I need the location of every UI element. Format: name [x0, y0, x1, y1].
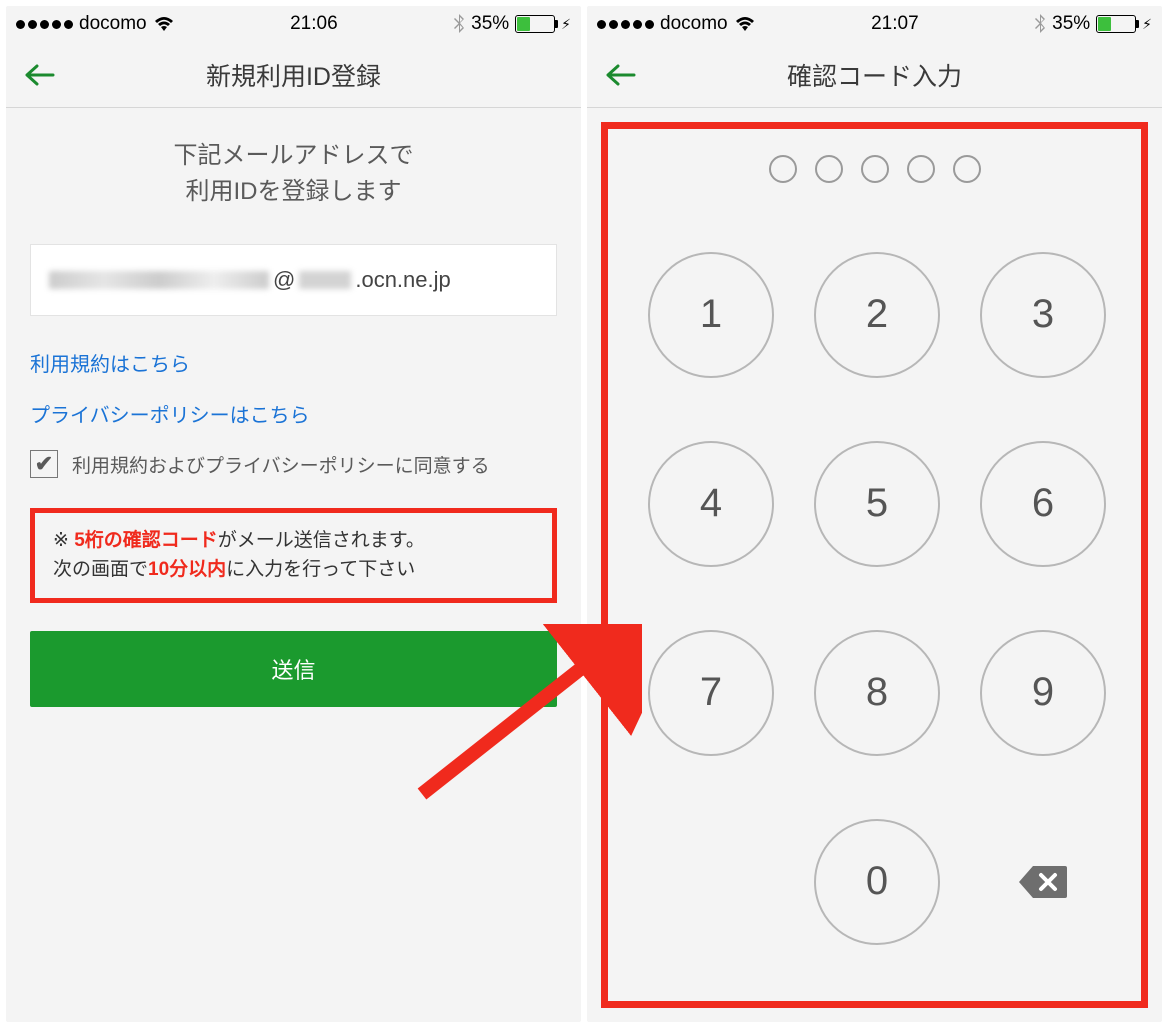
wifi-icon	[734, 15, 756, 33]
agree-label: 利用規約およびプライバシーポリシーに同意する	[72, 451, 490, 478]
phone-right: docomo 21:07 35% ⚡︎ 確認コード入力 1	[587, 6, 1162, 1022]
pin-indicator	[628, 155, 1121, 183]
charging-icon: ⚡︎	[1142, 16, 1152, 33]
numeric-keypad: 1 2 3 4 5 6 7 8 9 0	[628, 235, 1121, 981]
nav-bar: 新規利用ID登録	[6, 42, 581, 108]
email-host-redacted	[299, 271, 351, 289]
page-title: 確認コード入力	[587, 57, 1162, 93]
highlight-box: 1 2 3 4 5 6 7 8 9 0	[601, 122, 1148, 1008]
email-local-redacted	[49, 271, 269, 289]
key-3[interactable]: 3	[980, 235, 1106, 394]
wifi-icon	[153, 15, 175, 33]
clock: 21:06	[290, 13, 338, 35]
phone-left: docomo 21:06 35% ⚡︎ 新規利用ID登録 下記メールアドレスで …	[6, 6, 581, 1022]
key-2[interactable]: 2	[814, 235, 940, 394]
status-bar: docomo 21:06 35% ⚡︎	[6, 6, 581, 42]
key-1[interactable]: 1	[648, 235, 774, 394]
battery-percent: 35%	[1052, 13, 1090, 35]
key-0[interactable]: 0	[814, 802, 940, 961]
notice-box: ※ 5桁の確認コードがメール送信されます。 次の画面で10分以内に入力を行って下…	[30, 508, 557, 603]
heading: 下記メールアドレスで 利用IDを登録します	[30, 138, 557, 210]
signal-icon	[597, 20, 654, 29]
email-field[interactable]: @ .ocn.ne.jp	[30, 244, 557, 316]
key-8[interactable]: 8	[814, 613, 940, 772]
agree-checkbox[interactable]: ✔	[30, 450, 58, 478]
page-title: 新規利用ID登録	[6, 57, 581, 93]
clock: 21:07	[871, 13, 919, 35]
battery-icon	[1096, 15, 1136, 33]
submit-button[interactable]: 送信	[30, 631, 557, 707]
battery-percent: 35%	[471, 13, 509, 35]
agree-row[interactable]: ✔ 利用規約およびプライバシーポリシーに同意する	[30, 450, 557, 478]
status-bar: docomo 21:07 35% ⚡︎	[587, 6, 1162, 42]
nav-bar: 確認コード入力	[587, 42, 1162, 108]
key-empty	[648, 802, 774, 961]
charging-icon: ⚡︎	[561, 16, 571, 33]
back-button[interactable]	[601, 55, 641, 95]
key-4[interactable]: 4	[648, 424, 774, 583]
key-5[interactable]: 5	[814, 424, 940, 583]
key-7[interactable]: 7	[648, 613, 774, 772]
key-6[interactable]: 6	[980, 424, 1106, 583]
backspace-icon	[1019, 864, 1067, 900]
battery-icon	[515, 15, 555, 33]
key-9[interactable]: 9	[980, 613, 1106, 772]
carrier-label: docomo	[660, 13, 728, 35]
privacy-link[interactable]: プライバシーポリシーはこちら	[30, 399, 557, 428]
bluetooth-icon	[453, 14, 465, 34]
key-backspace[interactable]	[980, 802, 1106, 961]
terms-link[interactable]: 利用規約はこちら	[30, 348, 557, 377]
carrier-label: docomo	[79, 13, 147, 35]
back-button[interactable]	[20, 55, 60, 95]
signal-icon	[16, 20, 73, 29]
content-area: 下記メールアドレスで 利用IDを登録します @ .ocn.ne.jp 利用規約は…	[6, 108, 581, 1022]
bluetooth-icon	[1034, 14, 1046, 34]
code-entry-area: 1 2 3 4 5 6 7 8 9 0	[587, 108, 1162, 1022]
